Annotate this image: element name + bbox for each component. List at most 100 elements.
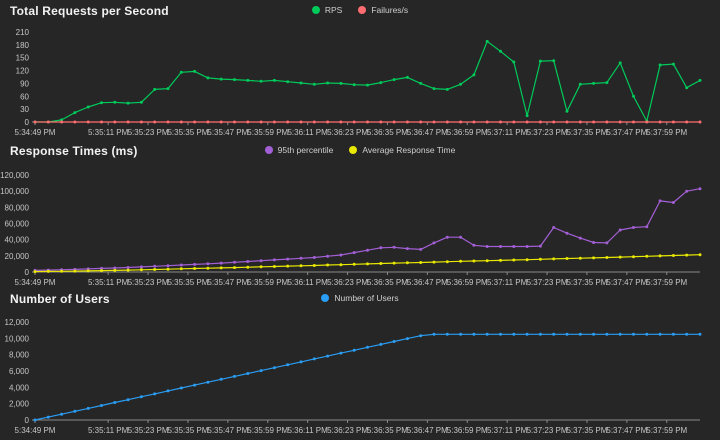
series-point (499, 121, 502, 124)
series-point (605, 256, 608, 259)
series-point (153, 392, 156, 395)
series-point (273, 366, 276, 369)
series-point (300, 360, 303, 363)
series-point (153, 121, 156, 124)
x-tick-label: 5:36:59 PM (447, 278, 488, 287)
series-point (685, 254, 688, 257)
series-point (313, 121, 316, 124)
legend-item-number-of-users[interactable]: Number of Users (321, 293, 398, 303)
series-point (326, 264, 329, 267)
series-point (47, 270, 50, 273)
series-point (672, 254, 675, 257)
series-point (592, 82, 595, 85)
series-point (339, 352, 342, 355)
x-tick-label: 5:35:47 PM (207, 278, 248, 287)
series-point (339, 82, 342, 85)
series-point (73, 410, 76, 413)
series-point (167, 264, 170, 267)
series-point (127, 398, 130, 401)
rps-legend-dot-icon (312, 6, 320, 14)
x-tick-label: 5:36:35 PM (367, 128, 408, 137)
series-point (406, 337, 409, 340)
series-point (326, 355, 329, 358)
series-point (579, 83, 582, 86)
series-point (366, 249, 369, 252)
x-tick-label: 5:36:59 PM (447, 426, 488, 435)
series-point (127, 121, 130, 124)
legend-item-rps[interactable]: RPS (312, 5, 342, 15)
series-point (379, 246, 382, 249)
x-tick-label: 5:35:11 PM (88, 278, 129, 287)
series-point (326, 82, 329, 85)
series-point (472, 73, 475, 76)
response-times-chart-canvas[interactable]: 5:34:49 PM5:35:11 PM5:35:23 PM5:35:35 PM… (0, 140, 720, 288)
series-point (433, 241, 436, 244)
series-point (60, 270, 63, 273)
series-point (167, 87, 170, 90)
legend-item-average-response-time[interactable]: Average Response Time (349, 145, 455, 155)
y-tick-label: 210 (16, 28, 30, 37)
series-point (419, 82, 422, 85)
series-point (326, 121, 329, 124)
x-tick-label: 5:35:59 PM (247, 278, 288, 287)
x-tick-label: 5:36:23 PM (327, 128, 368, 137)
series-point (34, 121, 37, 124)
series-point (552, 333, 555, 336)
series-point (286, 363, 289, 366)
series-point (313, 357, 316, 360)
series-point (260, 265, 263, 268)
series-point (605, 81, 608, 84)
series-point (592, 333, 595, 336)
series-point (379, 343, 382, 346)
series-point (605, 333, 608, 336)
series-point (100, 121, 103, 124)
series-point (592, 241, 595, 244)
series-point (459, 333, 462, 336)
series-point (193, 384, 196, 387)
x-tick-label: 5:37:11 PM (487, 278, 528, 287)
series-point (406, 261, 409, 264)
series-point (366, 262, 369, 265)
x-tick-label: 5:36:47 PM (407, 278, 448, 287)
legend-item-failures[interactable]: Failures/s (358, 5, 408, 15)
y-tick-label: 30 (20, 105, 29, 114)
users-chart-canvas[interactable]: 5:34:49 PM5:35:11 PM5:35:23 PM5:35:35 PM… (0, 288, 720, 440)
x-tick-label: 5:35:23 PM (128, 426, 169, 435)
series-point (220, 78, 223, 81)
series-point (286, 121, 289, 124)
series-point (87, 106, 90, 109)
series-point (552, 226, 555, 229)
series-point (419, 334, 422, 337)
y-tick-label: 8,000 (9, 351, 30, 360)
series-point (313, 83, 316, 86)
rps-chart-title: Total Requests per Second (10, 4, 169, 18)
series-point (273, 79, 276, 82)
series-point (499, 259, 502, 262)
locust-charts-page: 5:34:49 PM5:35:11 PM5:35:23 PM5:35:35 PM… (0, 0, 720, 440)
series-point (486, 121, 489, 124)
series-point (366, 346, 369, 349)
series-point (539, 245, 542, 248)
x-tick-label: 5:36:11 PM (287, 128, 328, 137)
series-point (605, 121, 608, 124)
rps-chart-canvas[interactable]: 5:34:49 PM5:35:11 PM5:35:23 PM5:35:35 PM… (0, 0, 720, 140)
series-point (206, 267, 209, 270)
series-point (552, 121, 555, 124)
response-times-chart-title: Response Times (ms) (10, 144, 138, 158)
x-tick-label: 5:36:35 PM (367, 426, 408, 435)
series-point (193, 70, 196, 73)
series-point (180, 387, 183, 390)
x-tick-label: 5:34:49 PM (15, 128, 56, 137)
series-point (60, 413, 63, 416)
series-point (73, 111, 76, 114)
series-point (526, 333, 529, 336)
series-point (526, 121, 529, 124)
series-point (379, 262, 382, 265)
series-point (433, 333, 436, 336)
series-point (579, 333, 582, 336)
series-point (592, 256, 595, 259)
series-point (273, 265, 276, 268)
series-point (645, 225, 648, 228)
series-point (512, 333, 515, 336)
legend-item-95th-percentile[interactable]: 95th percentile (265, 145, 334, 155)
